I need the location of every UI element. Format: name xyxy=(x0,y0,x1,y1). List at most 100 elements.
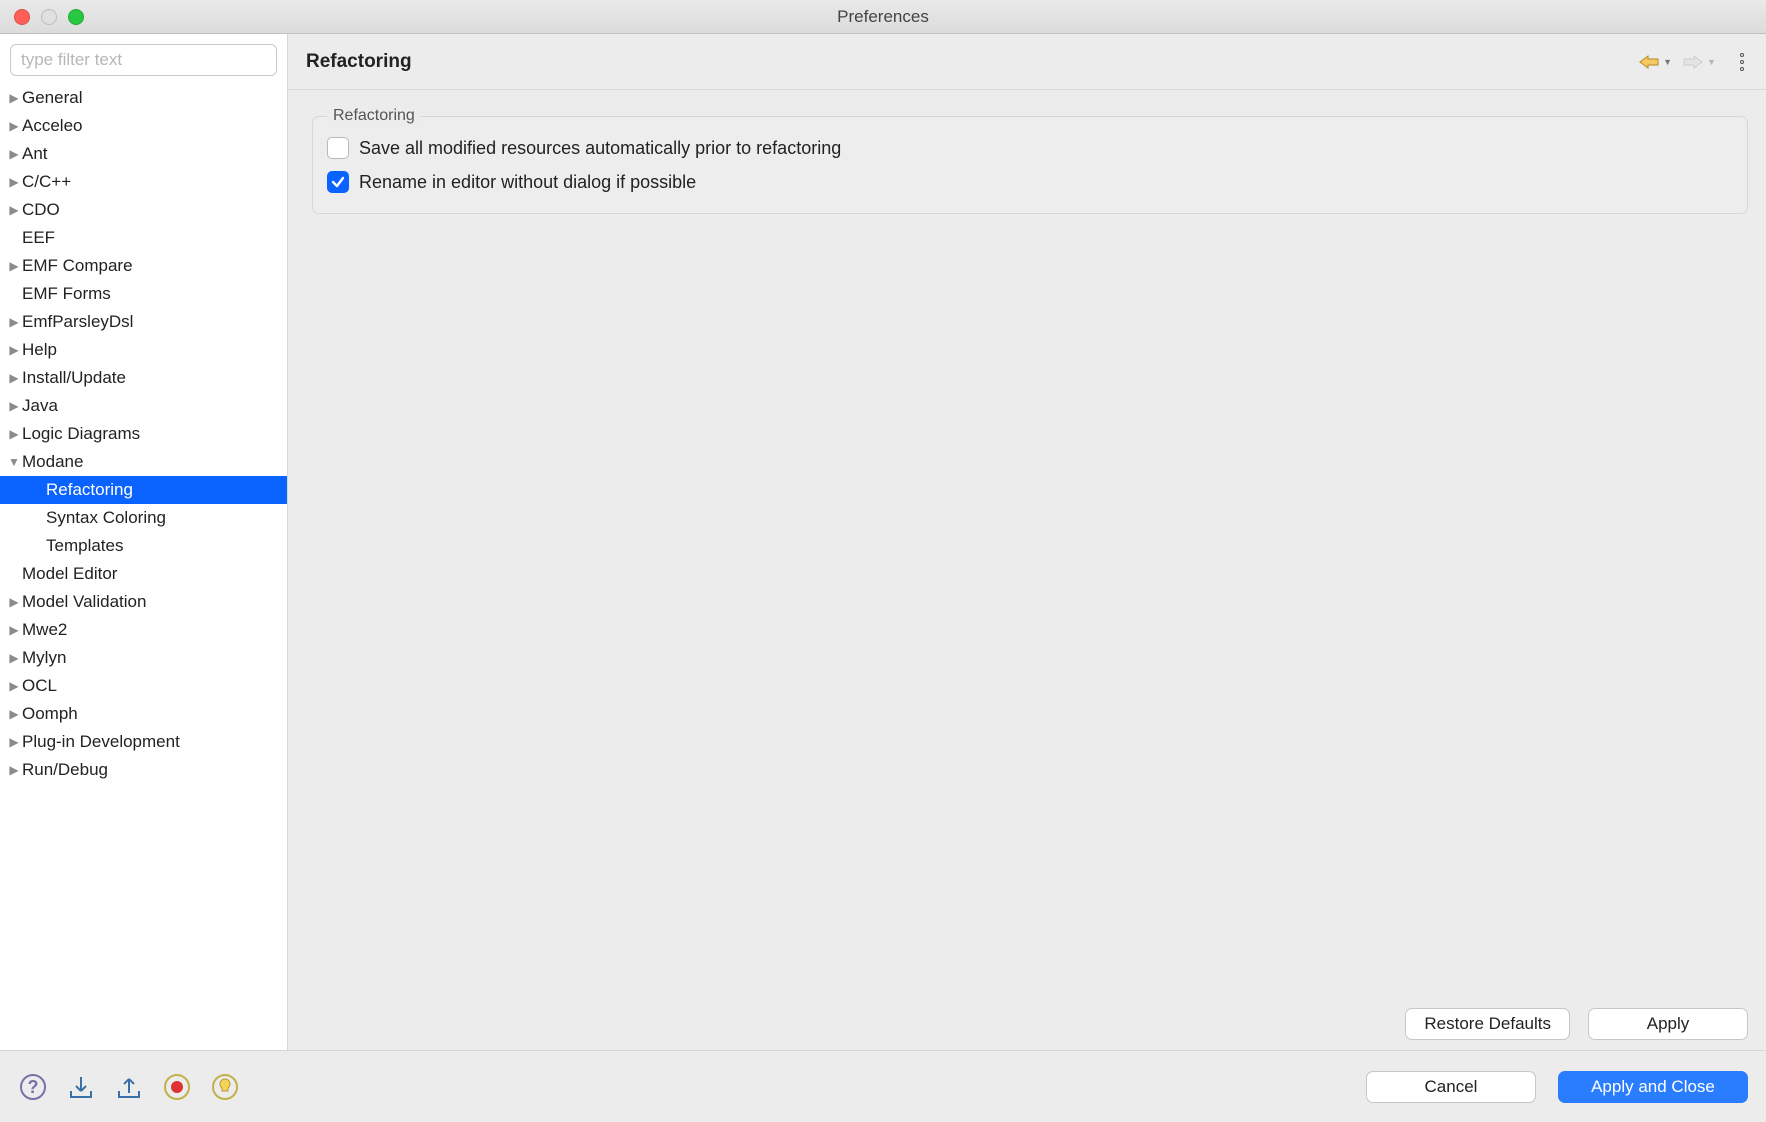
page-title: Refactoring xyxy=(306,51,412,73)
tree-item-logic-diagrams[interactable]: ▶Logic Diagrams xyxy=(0,420,287,448)
tree-item-java[interactable]: ▶Java xyxy=(0,392,287,420)
tree-item-label: C/C++ xyxy=(22,172,71,192)
tree-item-label: CDO xyxy=(22,200,60,220)
tree-item-label: Java xyxy=(22,396,58,416)
tree-item-label: Mwe2 xyxy=(22,620,67,640)
chevron-right-icon: ▶ xyxy=(6,763,22,777)
tree-item-label: Acceleo xyxy=(22,116,82,136)
chevron-right-icon: ▶ xyxy=(6,315,22,329)
chevron-right-icon: ▶ xyxy=(6,427,22,441)
tree-item-label: Run/Debug xyxy=(22,760,108,780)
chevron-down-icon: ▼ xyxy=(6,455,22,469)
tree-item-acceleo[interactable]: ▶Acceleo xyxy=(0,112,287,140)
filter-input[interactable] xyxy=(10,44,277,76)
option-label: Rename in editor without dialog if possi… xyxy=(359,172,696,193)
tree-item-syntax-coloring[interactable]: Syntax Coloring xyxy=(0,504,287,532)
tree-item-ant[interactable]: ▶Ant xyxy=(0,140,287,168)
chevron-right-icon: ▶ xyxy=(6,175,22,189)
minimize-window-button xyxy=(41,9,57,25)
tree-item-oomph[interactable]: ▶Oomph xyxy=(0,700,287,728)
option-label: Save all modified resources automaticall… xyxy=(359,138,841,159)
close-window-button[interactable] xyxy=(14,9,30,25)
apply-button[interactable]: Apply xyxy=(1588,1008,1748,1040)
chevron-right-icon: ▶ xyxy=(6,595,22,609)
tree-item-emf-compare[interactable]: ▶EMF Compare xyxy=(0,252,287,280)
group-legend: Refactoring xyxy=(327,107,421,125)
window-titlebar: Preferences xyxy=(0,0,1766,34)
tree-item-plug-in-development[interactable]: ▶Plug-in Development xyxy=(0,728,287,756)
chevron-right-icon: ▶ xyxy=(6,259,22,273)
preferences-tree[interactable]: ▶General▶Acceleo▶Ant▶C/C++▶CDO▶EEF▶EMF C… xyxy=(0,82,287,1050)
checkbox[interactable] xyxy=(327,171,349,193)
tree-item-label: Syntax Coloring xyxy=(46,508,166,528)
tree-item-ocl[interactable]: ▶OCL xyxy=(0,672,287,700)
tree-item-label: Plug-in Development xyxy=(22,732,180,752)
help-icon[interactable]: ? xyxy=(18,1072,48,1102)
chevron-right-icon: ▶ xyxy=(6,147,22,161)
tree-item-general[interactable]: ▶General xyxy=(0,84,287,112)
tree-item-templates[interactable]: Templates xyxy=(0,532,287,560)
tree-item-run-debug[interactable]: ▶Run/Debug xyxy=(0,756,287,784)
tree-item-label: EMF Compare xyxy=(22,256,133,276)
tree-item-label: EmfParsleyDsl xyxy=(22,312,133,332)
nav-history: ▼ ▼ xyxy=(1638,53,1748,71)
tree-item-label: General xyxy=(22,88,82,108)
view-menu-icon[interactable] xyxy=(1736,53,1748,71)
preferences-sidebar: ▶General▶Acceleo▶Ant▶C/C++▶CDO▶EEF▶EMF C… xyxy=(0,34,288,1050)
zoom-window-button[interactable] xyxy=(68,9,84,25)
restore-defaults-button[interactable]: Restore Defaults xyxy=(1405,1008,1570,1040)
chevron-right-icon: ▶ xyxy=(6,679,22,693)
option-row: Save all modified resources automaticall… xyxy=(327,131,1733,165)
chevron-right-icon: ▶ xyxy=(6,623,22,637)
tree-item-mwe2[interactable]: ▶Mwe2 xyxy=(0,616,287,644)
back-icon[interactable] xyxy=(1638,53,1660,71)
bulb-icon[interactable] xyxy=(210,1072,240,1102)
chevron-right-icon: ▶ xyxy=(6,91,22,105)
export-icon[interactable] xyxy=(114,1072,144,1102)
content-header: Refactoring ▼ ▼ xyxy=(288,34,1766,90)
chevron-right-icon: ▶ xyxy=(6,203,22,217)
chevron-right-icon: ▶ xyxy=(6,707,22,721)
tree-item-c-c-[interactable]: ▶C/C++ xyxy=(0,168,287,196)
tree-item-cdo[interactable]: ▶CDO xyxy=(0,196,287,224)
chevron-right-icon: ▶ xyxy=(6,119,22,133)
tree-item-install-update[interactable]: ▶Install/Update xyxy=(0,364,287,392)
back-dropdown-icon[interactable]: ▼ xyxy=(1663,57,1672,67)
main-area: ▶General▶Acceleo▶Ant▶C/C++▶CDO▶EEF▶EMF C… xyxy=(0,34,1766,1050)
import-icon[interactable] xyxy=(66,1072,96,1102)
tree-item-label: Templates xyxy=(46,536,123,556)
tree-item-label: Oomph xyxy=(22,704,78,724)
forward-dropdown-icon: ▼ xyxy=(1707,57,1716,67)
tree-item-label: Ant xyxy=(22,144,48,164)
chevron-right-icon: ▶ xyxy=(6,735,22,749)
chevron-right-icon: ▶ xyxy=(6,343,22,357)
apply-and-close-button[interactable]: Apply and Close xyxy=(1558,1071,1748,1103)
filter-container xyxy=(0,34,287,82)
chevron-right-icon: ▶ xyxy=(6,399,22,413)
chevron-right-icon: ▶ xyxy=(6,651,22,665)
window-title: Preferences xyxy=(0,7,1766,27)
tree-item-label: EMF Forms xyxy=(22,284,111,304)
tree-item-eef[interactable]: ▶EEF xyxy=(0,224,287,252)
tree-item-model-validation[interactable]: ▶Model Validation xyxy=(0,588,287,616)
tree-item-label: Model Validation xyxy=(22,592,146,612)
tree-item-help[interactable]: ▶Help xyxy=(0,336,287,364)
page-buttons: Restore Defaults Apply xyxy=(312,996,1748,1040)
tree-item-modane[interactable]: ▼Modane xyxy=(0,448,287,476)
tree-item-label: Help xyxy=(22,340,57,360)
tree-item-label: Model Editor xyxy=(22,564,117,584)
cancel-button[interactable]: Cancel xyxy=(1366,1071,1536,1103)
tree-item-emf-forms[interactable]: ▶EMF Forms xyxy=(0,280,287,308)
tree-item-mylyn[interactable]: ▶Mylyn xyxy=(0,644,287,672)
group-options: Save all modified resources automaticall… xyxy=(313,131,1747,199)
tree-item-refactoring[interactable]: Refactoring xyxy=(0,476,287,504)
tree-item-label: Logic Diagrams xyxy=(22,424,140,444)
tree-item-emfparsleydsl[interactable]: ▶EmfParsleyDsl xyxy=(0,308,287,336)
forward-icon xyxy=(1682,53,1704,71)
tree-item-label: EEF xyxy=(22,228,55,248)
record-icon[interactable] xyxy=(162,1072,192,1102)
tree-item-model-editor[interactable]: ▶Model Editor xyxy=(0,560,287,588)
tree-item-label: Install/Update xyxy=(22,368,126,388)
checkbox[interactable] xyxy=(327,137,349,159)
window-traffic-lights xyxy=(0,9,84,25)
